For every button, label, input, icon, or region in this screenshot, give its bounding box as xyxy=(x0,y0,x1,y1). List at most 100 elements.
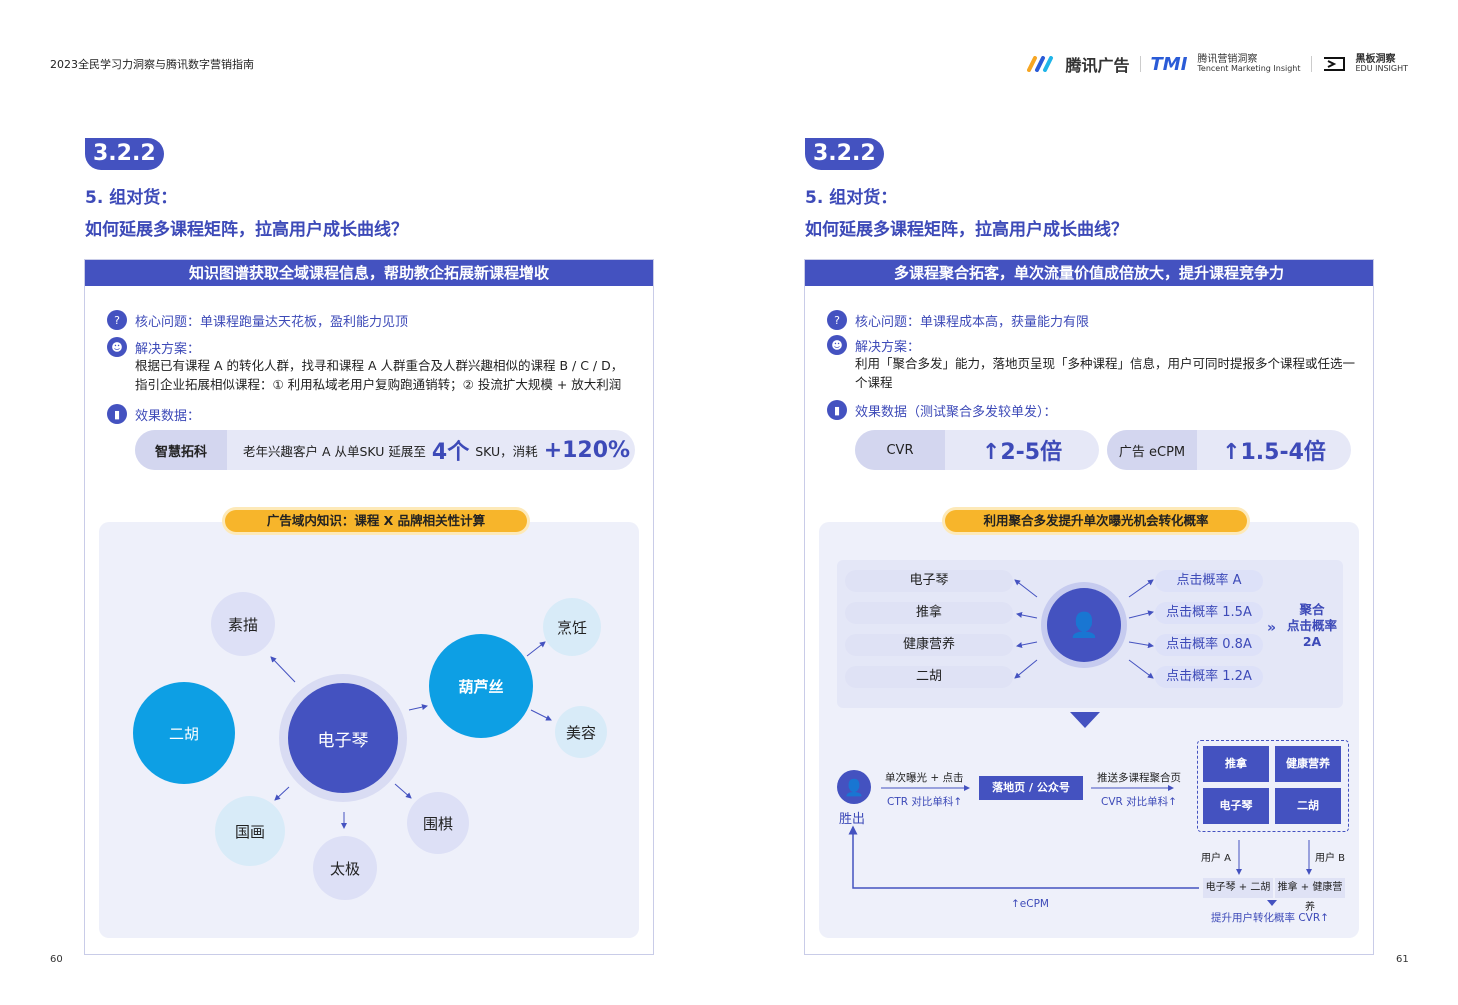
effect-text-1: 老年兴趣客户 A 从单SKU 延展至 xyxy=(243,443,426,459)
core-problem-row: ? 核心问题：单课程跑量达天花板，盈利能力见顶 xyxy=(107,310,408,330)
node-center: 电子琴 xyxy=(288,683,398,793)
panel-banner: 多课程聚合拓客，单次流量价值成倍放大，提升课程竞争力 xyxy=(805,260,1373,286)
page-number-left: 60 xyxy=(50,954,63,965)
node-pengren: 烹饪 xyxy=(543,598,601,656)
effect-pill: 智慧拓科 老年兴趣客户 A 从单SKU 延展至 4个 SKU，消耗 +120% xyxy=(135,430,635,470)
node-hulusi: 葫芦丝 xyxy=(429,634,533,738)
node-sumiao: 素描 xyxy=(211,592,275,656)
person-icon: ☻ xyxy=(827,335,847,355)
heiban-logo-en: EDU INSIGHT xyxy=(1355,64,1409,73)
step2-bottom: CVR 对比单科↑ xyxy=(1101,796,1177,808)
grid-course-1: 推拿 xyxy=(1203,746,1269,782)
panel-banner: 知识图谱获取全域课程信息，帮助教企拓展新课程增收 xyxy=(85,260,653,286)
solution-label: 解决方案： xyxy=(855,339,921,355)
left-panel: 知识图谱获取全域课程信息，帮助教企拓展新课程增收 ? 核心问题：单课程跑量达天花… xyxy=(84,259,654,955)
effect-value-sku: 4个 xyxy=(431,440,470,465)
click-prob-3: 点击概率 0.8A xyxy=(1155,634,1263,656)
node-erhu: 二胡 xyxy=(133,682,235,784)
question-icon: ? xyxy=(827,310,847,330)
ecpm-label: ↑eCPM xyxy=(1011,898,1049,910)
step2-top: 推送多课程聚合页 xyxy=(1097,772,1181,784)
tencent-ads-logo-icon xyxy=(1027,56,1055,72)
click-prob-2: 点击概率 1.5A xyxy=(1155,602,1263,624)
click-prob-1: 点击概率 A xyxy=(1155,570,1263,592)
combo-a: 电子琴 + 二胡 xyxy=(1203,878,1273,898)
ecpm-pill-label: 广告 eCPM xyxy=(1107,430,1197,470)
document-title: 2023全民学习力洞察与腾讯数字营销指南 xyxy=(50,58,254,71)
effect-label: 效果数据： xyxy=(135,408,201,424)
heiban-logo-cn: 黑板洞察 xyxy=(1355,54,1396,65)
chart-icon: ▮ xyxy=(107,404,127,424)
effect-pill-label: 智慧拓科 xyxy=(135,430,227,470)
solution-text: 利用「聚合多发」能力，落地页呈现「多种课程」信息，用户可同时提报多个课程或任选一… xyxy=(855,356,1356,390)
node-meirong: 美容 xyxy=(555,706,607,758)
course-item-3: 健康营养 xyxy=(845,634,1013,656)
tmi-logo-cn: 腾讯营销洞察 xyxy=(1197,54,1258,65)
winner-user-icon: 👤 xyxy=(837,770,871,804)
tencent-ads-logo-text: 腾讯广告 xyxy=(1065,56,1130,75)
ecpm-pill-value: ↑1.5-4倍 xyxy=(1222,440,1326,465)
double-chevron-icon: » xyxy=(1267,620,1277,636)
user-a-label: 用户 A xyxy=(1201,853,1232,864)
core-problem-row: ? 核心问题：单课程成本高，获量能力有限 xyxy=(827,310,1089,330)
person-icon: ☻ xyxy=(107,337,127,357)
user-avatar-icon: 👤 xyxy=(1047,588,1121,662)
effect-label: 效果数据（测试聚合多发较单发）： xyxy=(855,404,1057,420)
node-guohua: 国画 xyxy=(215,796,285,866)
section-question: 如何延展多课程矩阵，拉高用户成长曲线？ xyxy=(805,220,1128,240)
result-label: 提升用户转化概率 CVR↑ xyxy=(1211,912,1329,924)
section-heading: 5. 组对货： xyxy=(805,188,898,208)
diagram-tag: 利用聚合多发提升单次曝光机会转化概率 xyxy=(945,510,1247,532)
step1-bottom: CTR 对比单科↑ xyxy=(887,796,963,808)
tmi-logo-text: TMI xyxy=(1150,53,1188,75)
solution-row: ☻ 解决方案： xyxy=(827,335,920,355)
section-badge: 3.2.2 xyxy=(85,138,164,170)
aggregate-prob: 聚合 点击概率 2A xyxy=(1286,602,1337,649)
effect-pill-content: 老年兴趣客户 A 从单SKU 延展至 4个 SKU，消耗 +120% xyxy=(227,434,630,466)
effect-text-2: SKU，消耗 xyxy=(475,443,538,459)
section-question: 如何延展多课程矩阵，拉高用户成长曲线？ xyxy=(85,220,408,240)
step1-top: 单次曝光 + 点击 xyxy=(885,772,964,784)
solution-label: 解决方案： xyxy=(135,341,201,357)
course-item-4: 二胡 xyxy=(845,666,1013,688)
aggregation-diagram: 利用聚合多发提升单次曝光机会转化概率 电子琴 推拿 健康营养 二胡 👤 点击概率… xyxy=(819,510,1359,938)
effect-value-spend: +120% xyxy=(543,437,631,463)
logo-divider xyxy=(1310,56,1312,72)
chart-icon: ▮ xyxy=(827,400,847,420)
section-heading: 5. 组对货： xyxy=(85,188,178,208)
grid-course-4: 二胡 xyxy=(1275,788,1341,824)
user-b-label: 用户 B xyxy=(1315,853,1346,864)
effect-row: ▮ 效果数据（测试聚合多发较单发）： xyxy=(827,400,1057,420)
diagram-tag: 广告域内知识：课程 X 品牌相关性计算 xyxy=(225,510,527,532)
heiban-logo-caption: 黑板洞察 EDU INSIGHT xyxy=(1355,54,1409,74)
knowledge-graph-area: 广告域内知识：课程 X 品牌相关性计算 素描 二胡 国画 太极 围棋 电子琴 葫… xyxy=(99,510,639,938)
heiban-logo-icon xyxy=(1322,56,1346,72)
node-weiqi: 围棋 xyxy=(407,792,469,854)
tmi-logo-caption: 腾讯营销洞察 Tencent Marketing Insight xyxy=(1197,54,1301,74)
question-icon: ? xyxy=(107,310,127,330)
effect-row: ▮ 效果数据： xyxy=(107,404,200,424)
core-problem-text: 核心问题：单课程跑量达天花板，盈利能力见顶 xyxy=(135,314,409,330)
course-item-2: 推拿 xyxy=(845,602,1013,624)
solution-text: 根据已有课程 A 的转化人群，找寻和课程 A 人群重合及人群兴趣相似的课程 B … xyxy=(135,358,624,392)
cvr-pill-label: CVR xyxy=(855,430,945,470)
grid-course-3: 电子琴 xyxy=(1203,788,1269,824)
landing-page-box: 落地页 / 公众号 xyxy=(979,776,1083,800)
click-prob-4: 点击概率 1.2A xyxy=(1155,666,1263,688)
logo-divider xyxy=(1139,56,1141,72)
tmi-logo-en: Tencent Marketing Insight xyxy=(1197,64,1301,73)
grid-course-2: 健康营养 xyxy=(1275,746,1341,782)
node-taiji: 太极 xyxy=(313,836,377,900)
header-logos: 腾讯广告 TMI 腾讯营销洞察 Tencent Marketing Insigh… xyxy=(1027,52,1408,76)
page-number-right: 61 xyxy=(1396,954,1409,965)
right-panel: 多课程聚合拓客，单次流量价值成倍放大，提升课程竞争力 ? 核心问题：单课程成本高… xyxy=(804,259,1374,955)
cvr-pill-value: ↑2-5倍 xyxy=(981,440,1063,465)
winner-label: 胜出 xyxy=(839,812,866,827)
combo-b: 推拿 + 健康营养 xyxy=(1275,878,1345,913)
section-badge: 3.2.2 xyxy=(805,138,884,170)
core-problem-text: 核心问题：单课程成本高，获量能力有限 xyxy=(855,314,1090,330)
solution-row: ☻ 解决方案： xyxy=(107,337,200,357)
course-item-1: 电子琴 xyxy=(845,570,1013,592)
ecpm-pill: 广告 eCPM ↑1.5-4倍 xyxy=(1107,430,1351,470)
cvr-pill: CVR ↑2-5倍 xyxy=(855,430,1099,470)
